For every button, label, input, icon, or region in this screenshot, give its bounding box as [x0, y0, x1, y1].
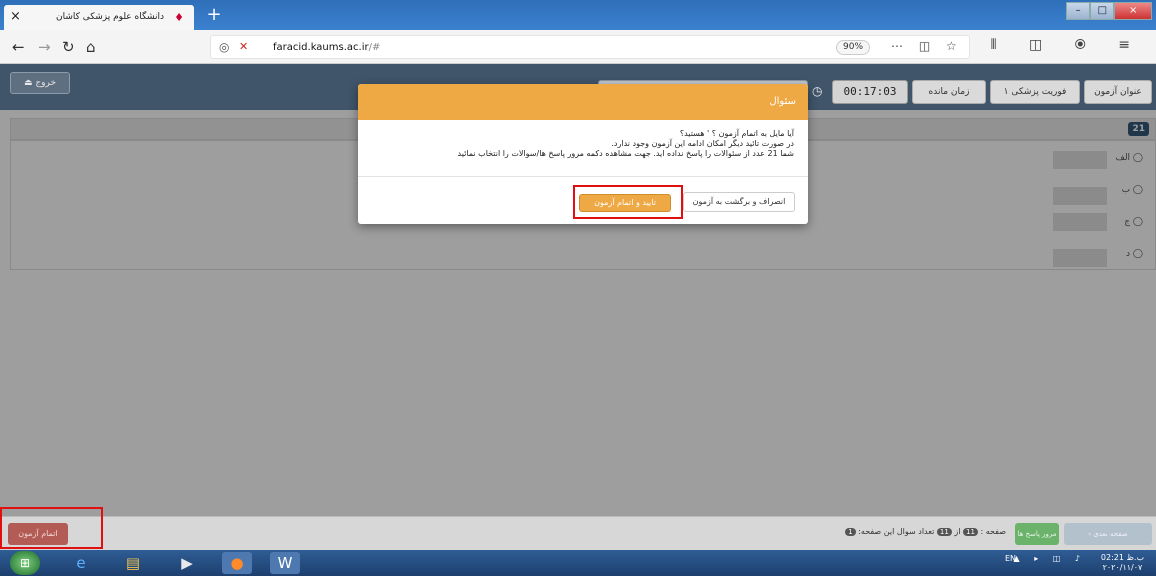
- url-host: faracid.kaums.ac.ir: [273, 42, 369, 53]
- home-icon[interactable]: ⌂: [86, 37, 96, 57]
- dialog-divider: [358, 176, 808, 177]
- next-page-label: صفحه بعدی: [1093, 530, 1128, 538]
- taskbar-clock[interactable]: 02:21 ب.ظ ۲۰۲۰/۱۱/۰۷: [1101, 553, 1144, 573]
- highlight-end-exam-button: [0, 507, 103, 549]
- exit-label: خروج: [35, 78, 57, 88]
- forward-arrow-icon[interactable]: →: [38, 37, 51, 57]
- site-favicon-icon: ♦: [174, 11, 184, 24]
- start-button[interactable]: ⊞: [10, 551, 40, 575]
- dialog-message: آیا مایل به اتمام آزمون ؟ ' هستید؟ در صو…: [374, 129, 795, 159]
- pager-text-count: تعداد سوال این صفحه:: [858, 527, 935, 536]
- file-explorer-icon[interactable]: ▤: [118, 552, 148, 574]
- dialog-line-2: در صورت تائید دیگر امکان ادامه این آزمون…: [611, 139, 794, 148]
- browser-tab-strip: ♦ دانشگاه علوم پزشکی کاشان × + – □ ×: [0, 0, 1156, 30]
- system-tray-icons[interactable]: ▲ ▸ ◫ ♪: [1014, 554, 1086, 563]
- maximize-button[interactable]: □: [1090, 2, 1115, 20]
- address-bar[interactable]: ◎ ✕ faracid.kaums.ac.ir/# 90% ⋯ ◫ ☆: [210, 35, 970, 59]
- browser-tab[interactable]: ♦ دانشگاه علوم پزشکی کاشان ×: [4, 5, 194, 30]
- exam-title-label: عنوان آزمون: [1084, 80, 1152, 104]
- exam-name-dropdown[interactable]: فوریت پزشکی ۱: [990, 80, 1080, 104]
- highlight-confirm-button: [573, 185, 683, 219]
- exam-footer: اتمام آزمون صفحه : 11 از 11 تعداد سوال ا…: [0, 516, 1156, 550]
- dialog-line-3: شما 21 عدد از سئوالات را پاسخ نداده اید.…: [457, 149, 795, 158]
- internet-explorer-icon[interactable]: e: [66, 552, 96, 574]
- reload-icon[interactable]: ↻: [62, 37, 75, 57]
- pager-text-of: از: [954, 527, 961, 536]
- remaining-time-label: زمان مانده: [912, 80, 986, 104]
- dialog-title: سئوال: [769, 96, 796, 107]
- back-arrow-icon[interactable]: ←: [12, 37, 25, 57]
- cancel-return-button[interactable]: انصراف و برگشت به آزمون: [683, 192, 795, 212]
- pager-text-page: صفحه :: [980, 527, 1006, 536]
- new-tab-button[interactable]: +: [202, 5, 226, 27]
- url-path: /#: [368, 42, 381, 53]
- question-count-badge: 1: [845, 528, 856, 536]
- tab-close-icon[interactable]: ×: [10, 9, 21, 24]
- current-page-badge: 11: [963, 528, 978, 536]
- page-indicator: صفحه : 11 از 11 تعداد سوال این صفحه: 1: [780, 527, 1006, 536]
- minimize-button[interactable]: –: [1066, 2, 1091, 20]
- tab-title: دانشگاه علوم پزشکی کاشان: [55, 12, 164, 22]
- review-answers-button[interactable]: مرور پاسخ ها: [1015, 523, 1059, 545]
- window-close-button[interactable]: ×: [1114, 2, 1152, 20]
- insecure-lock-icon: ✕: [239, 40, 249, 53]
- zoom-indicator[interactable]: 90%: [836, 40, 871, 55]
- library-sidebar-account-menu-icons[interactable]: ⫴ ◫ ⦿ ≡: [991, 37, 1144, 53]
- media-player-icon[interactable]: ▶: [172, 552, 202, 574]
- url-text: faracid.kaums.ac.ir/#: [273, 42, 380, 53]
- total-pages-badge: 11: [936, 528, 952, 536]
- word-icon[interactable]: W: [270, 552, 300, 574]
- next-page-button[interactable]: ‹ صفحه بعدی: [1064, 523, 1152, 545]
- screen: ♦ دانشگاه علوم پزشکی کاشان × + – □ × ← →…: [0, 0, 1156, 576]
- windows-taskbar: ⊞ e ▤ ▶ ● W EN ▲ ▸ ◫ ♪ 02:21 ب.ظ ۲۰۲۰/۱۱…: [0, 550, 1156, 576]
- exit-button[interactable]: ⏏ خروج: [10, 72, 70, 94]
- clock-date: ۲۰۲۰/۱۱/۰۷: [1102, 563, 1143, 572]
- countdown-timer: 00:17:03: [832, 80, 908, 104]
- dialog-line-1: آیا مایل به اتمام آزمون ؟ ' هستید؟: [679, 129, 794, 138]
- shield-icon: ◎: [219, 40, 230, 54]
- firefox-icon[interactable]: ●: [222, 552, 252, 574]
- clock-icon: ◷: [812, 84, 823, 98]
- browser-toolbar: ← → ↻ ⌂ ◎ ✕ faracid.kaums.ac.ir/# 90% ⋯ …: [0, 30, 1156, 64]
- page-actions-icons[interactable]: ⋯ ◫ ☆: [891, 39, 963, 53]
- dialog-header: سئوال: [358, 84, 808, 120]
- clock-time: 02:21 ب.ظ: [1100, 553, 1144, 562]
- window-controls: – □ ×: [1066, 2, 1152, 20]
